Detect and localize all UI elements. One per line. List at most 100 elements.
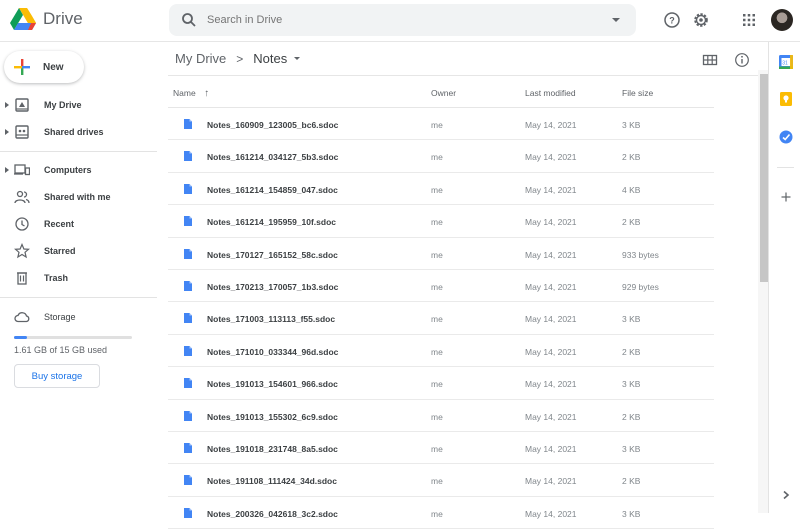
- keep-icon[interactable]: [779, 92, 793, 106]
- sidebar-item-storage[interactable]: Storage: [0, 306, 157, 328]
- search-bar[interactable]: [169, 4, 636, 36]
- file-name[interactable]: Notes_200326_042618_3c2.sdoc: [207, 509, 338, 519]
- account-avatar[interactable]: [771, 9, 793, 31]
- file-name[interactable]: Notes_170127_165152_58c.sdoc: [207, 250, 338, 260]
- file-row[interactable]: Notes_170127_165152_58c.sdoc me May 14, 20…: [168, 238, 714, 270]
- file-row[interactable]: Notes_171010_033344_96d.sdoc me May 14, 20…: [168, 335, 714, 368]
- file-row[interactable]: Notes_161214_034127_5b3.sdoc me May 14, 20…: [168, 140, 714, 173]
- column-header-owner: Owner: [431, 88, 457, 98]
- sidebar-divider: [0, 151, 157, 152]
- file-name[interactable]: Notes_191018_231748_8a5.sdoc: [207, 444, 338, 454]
- file-owner: me: [431, 411, 443, 422]
- storage-usage-text: 1.61 GB of 15 GB used: [14, 345, 108, 355]
- calendar-icon[interactable]: 31: [779, 55, 793, 69]
- new-button-label: New: [43, 61, 64, 73]
- table-header: Name ↑ Owner Last modified File size: [168, 76, 714, 108]
- sidebar-item-shared-drives[interactable]: Shared drives: [0, 121, 157, 143]
- file-owner: me: [431, 379, 443, 390]
- document-file-icon: [184, 280, 192, 291]
- file-row[interactable]: Notes_191013_154601_966.sdoc me May 14, 20…: [168, 367, 714, 400]
- file-row[interactable]: Notes_170213_170057_1b3.sdoc me May 14, 20…: [168, 270, 714, 303]
- file-name[interactable]: Notes_170213_170057_1b3.sdoc: [207, 282, 338, 292]
- file-last-modified: May 14, 2021: [525, 443, 577, 454]
- file-rows: Notes_160909_123005_bc6.sdocme May 14, 20…: [168, 108, 714, 529]
- file-name[interactable]: Notes_160909_123005_bc6.sdoc: [207, 120, 338, 130]
- sidebar-item-my-drive[interactable]: My Drive: [0, 94, 157, 116]
- sidebar-item-shared-with-me[interactable]: Shared with me: [0, 186, 157, 208]
- computers-icon: [14, 164, 30, 176]
- breadcrumb-current-folder[interactable]: Notes: [253, 51, 287, 66]
- sidebar-item-label: Recent: [44, 219, 75, 229]
- breadcrumb-my-drive[interactable]: My Drive: [175, 51, 226, 66]
- grid-view-icon[interactable]: [702, 52, 718, 68]
- sidebar-item-trash[interactable]: Trash: [0, 267, 157, 289]
- details-info-icon[interactable]: [734, 52, 750, 68]
- folder-menu-dropdown-icon[interactable]: [294, 57, 301, 60]
- column-header-last-modified[interactable]: Last modified: [525, 88, 576, 98]
- plus-icon: [14, 59, 30, 75]
- document-file-icon: [184, 119, 192, 129]
- file-last-modified: May 14, 2021: [525, 314, 577, 325]
- sidebar-item-label: Computers: [44, 165, 92, 175]
- document-file-icon: [184, 475, 192, 486]
- drive-logo[interactable]: Drive: [10, 8, 83, 30]
- side-panel-divider: [777, 167, 794, 168]
- file-name[interactable]: Notes_161214_034127_5b3.sdoc: [207, 152, 338, 162]
- tasks-icon[interactable]: [779, 130, 793, 144]
- file-last-modified: May 14, 2021: [525, 476, 577, 487]
- file-row[interactable]: Notes_161214_154859_047.sdoc me May 14, 20…: [168, 173, 714, 206]
- my-drive-icon: [15, 98, 29, 112]
- file-size: 2 KB: [622, 346, 641, 357]
- storage-usage-bar: [14, 336, 132, 339]
- help-icon[interactable]: ?: [663, 11, 681, 29]
- search-icon[interactable]: [181, 12, 197, 28]
- file-owner: me: [431, 184, 443, 195]
- file-name[interactable]: Notes_161214_154859_047.sdoc: [207, 185, 338, 195]
- file-name[interactable]: Notes_161214_195959_10f.sdoc: [207, 217, 336, 227]
- file-name[interactable]: Notes_171003_113113_f55.sdoc: [207, 314, 335, 324]
- document-file-icon: [184, 345, 192, 356]
- file-name[interactable]: Notes_191108_111424_34d.sdoc: [207, 476, 337, 486]
- sidebar-divider: [0, 297, 157, 298]
- expand-caret-icon[interactable]: [5, 102, 9, 108]
- trash-icon: [17, 272, 27, 285]
- file-row[interactable]: Notes_160909_123005_bc6.sdoc me May 14, 20…: [168, 108, 714, 141]
- column-header-name[interactable]: Name ↑: [173, 88, 209, 99]
- file-row[interactable]: Notes_191013_155302_6c9.sdoc me May 14, 20…: [168, 400, 714, 432]
- apps-grid-icon[interactable]: [740, 11, 758, 29]
- file-size: 3 KB: [622, 120, 641, 130]
- file-last-modified: May 14, 2021: [525, 281, 577, 292]
- sidebar-item-computers[interactable]: Computers: [0, 159, 157, 181]
- file-owner: me: [431, 346, 443, 357]
- file-last-modified: May 14, 2021: [525, 346, 577, 357]
- file-row[interactable]: Notes_171003_113113_f55.sdoc me May 14, 20…: [168, 302, 714, 335]
- storage-usage-fill: [14, 336, 27, 339]
- file-size: 2 KB: [622, 152, 641, 163]
- file-last-modified: May 14, 2021: [525, 184, 577, 195]
- buy-storage-button[interactable]: Buy storage: [14, 364, 100, 388]
- search-input[interactable]: [207, 14, 612, 26]
- svg-text:?: ?: [669, 16, 675, 26]
- search-options-icon[interactable]: [612, 18, 620, 22]
- file-owner: me: [431, 217, 443, 228]
- scrollbar-thumb[interactable]: [760, 74, 768, 282]
- new-button[interactable]: New: [4, 51, 84, 83]
- chevron-right-icon[interactable]: [779, 488, 793, 502]
- file-row[interactable]: Notes_191018_231748_8a5.sdoc me May 14, 20…: [168, 432, 714, 465]
- file-size: 929 bytes: [622, 281, 659, 292]
- file-last-modified: May 14, 2021: [525, 120, 577, 130]
- add-addon-icon[interactable]: [779, 190, 793, 204]
- expand-caret-icon[interactable]: [5, 167, 9, 173]
- breadcrumb: My Drive > Notes: [175, 51, 301, 66]
- file-row[interactable]: Notes_161214_195959_10f.sdoc me May 14, 20…: [168, 205, 714, 238]
- file-row[interactable]: Notes_191108_111424_34d.sdoc me May 14, 20…: [168, 464, 714, 497]
- sidebar-item-starred[interactable]: Starred: [0, 240, 157, 262]
- expand-caret-icon[interactable]: [5, 129, 9, 135]
- sort-ascending-icon[interactable]: ↑: [204, 88, 209, 99]
- sidebar-item-recent[interactable]: Recent: [0, 213, 157, 235]
- file-name[interactable]: Notes_191013_155302_6c9.sdoc: [207, 412, 338, 422]
- file-name[interactable]: Notes_171010_033344_96d.sdoc: [207, 347, 338, 357]
- settings-icon[interactable]: [692, 11, 710, 29]
- file-name[interactable]: Notes_191013_154601_966.sdoc: [207, 379, 338, 389]
- file-last-modified: May 14, 2021: [525, 379, 577, 390]
